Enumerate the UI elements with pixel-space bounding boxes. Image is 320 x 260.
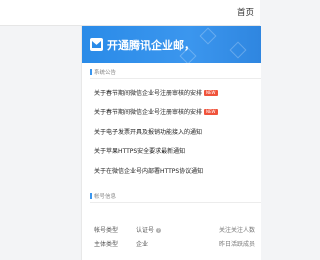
left-sidebar xyxy=(0,26,81,260)
announcement-item[interactable]: 关于苹果HTTPS安全要求最新通知 xyxy=(94,146,185,155)
banner-decoration xyxy=(199,27,217,45)
announcement-item[interactable]: 关于春节期间微信企业号注册审核的安排 NEW xyxy=(94,107,218,116)
announcement-title: 关于在微信企业号内部署HTTPS协议通知 xyxy=(94,168,204,175)
home-link[interactable]: 首页 xyxy=(237,6,254,18)
followers-label: 关注关注人数 xyxy=(219,227,256,234)
announcements-section: 系统公告 关于春节期间微信企业号注册审核的安排 NEW 关于春节期间微信企业号注册… xyxy=(82,68,261,198)
announcement-title: 关于春节期间微信企业号注册审核的安排 xyxy=(94,90,203,97)
banner-decoration xyxy=(229,41,247,59)
announcement-title: 关于苹果HTTPS安全要求最新通知 xyxy=(94,148,186,155)
active-members-label: 昨日活跃成员 xyxy=(219,241,256,248)
account-type-text: 认证号 xyxy=(136,227,155,234)
divider xyxy=(90,202,261,203)
announcements-heading: 系统公告 xyxy=(89,69,117,76)
top-bar: 首页 xyxy=(0,0,260,26)
account-type-label: 帐号类型 xyxy=(94,227,119,234)
announcement-title: 关于电子发票开具及报销功能接入的通知 xyxy=(94,129,203,136)
entity-type-value: 企业 xyxy=(136,241,149,248)
question-circle-icon[interactable]: ? xyxy=(156,228,162,233)
announcement-item[interactable]: 关于在微信企业号内部署HTTPS协议通知 xyxy=(94,166,203,175)
account-info-section: 帐号信息 帐号类型 认证号? 关注关注人数 主体类型 企业 昨日活跃成员 xyxy=(82,192,261,260)
main-panel: 开通腾讯企业邮， 系统公告 关于春节期间微信企业号注册审核的安排 NEW 关于春节… xyxy=(81,26,261,260)
announcement-title: 关于春节期间微信企业号注册审核的安排 xyxy=(94,109,203,116)
account-heading: 帐号信息 xyxy=(89,193,117,200)
email-promo-banner[interactable]: 开通腾讯企业邮， xyxy=(82,26,261,63)
banner-text: 开通腾讯企业邮， xyxy=(107,39,195,52)
announcement-item[interactable]: 关于春节期间微信企业号注册审核的安排 NEW xyxy=(94,88,218,97)
new-badge: NEW xyxy=(204,90,218,96)
entity-type-label: 主体类型 xyxy=(94,241,119,248)
account-type-value: 认证号? xyxy=(136,225,162,234)
new-badge: NEW xyxy=(204,109,218,115)
divider xyxy=(90,78,261,79)
mail-m-logo-icon xyxy=(90,38,103,51)
announcement-item[interactable]: 关于电子发票开具及报销功能接入的通知 xyxy=(94,127,202,136)
